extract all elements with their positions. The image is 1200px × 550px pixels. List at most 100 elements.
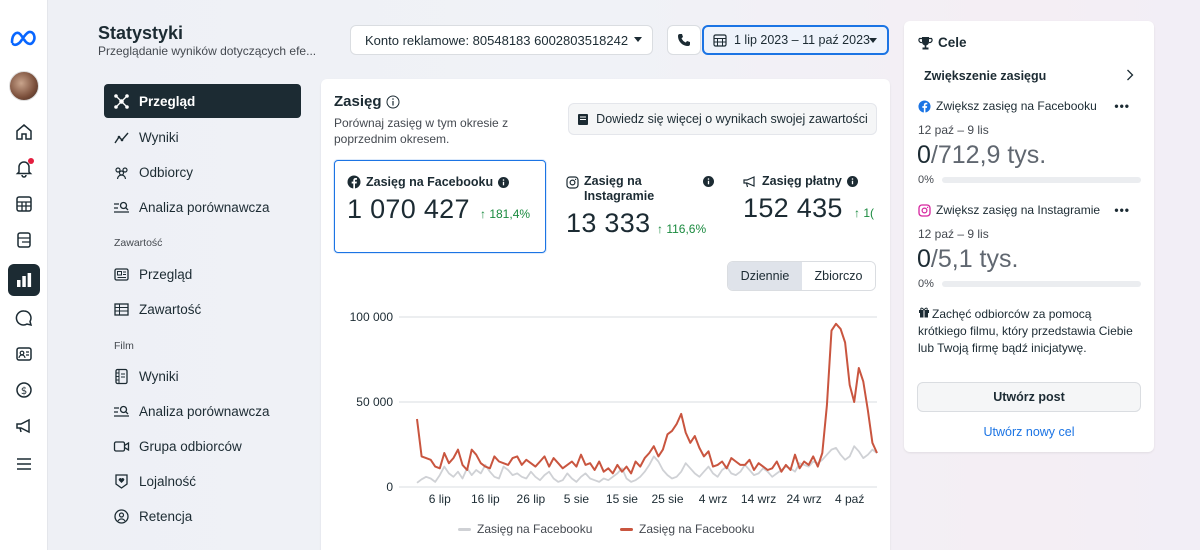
series-line-red bbox=[416, 322, 878, 475]
overview-icon bbox=[112, 92, 130, 110]
metric-value: 1 070 427 bbox=[347, 194, 470, 224]
nav-retention[interactable]: Retencja bbox=[104, 499, 301, 533]
goal-instagram-title: Zwiększ zasięg na Instagramie bbox=[918, 203, 1100, 217]
goal-tip-text: Zachęć odbiorców za pomocą krótkiego fil… bbox=[918, 307, 1133, 355]
ad-account-label: Konto reklamowe: 80548183 6002803518242 bbox=[365, 32, 629, 48]
meta-logo-icon[interactable] bbox=[8, 22, 40, 54]
megaphone-icon bbox=[743, 176, 755, 188]
nav-label: Wyniki bbox=[139, 129, 179, 145]
nav-content-overview[interactable]: Przegląd bbox=[104, 257, 301, 291]
reach-line-chart: 100 000 50 000 0 6 lip 16 lip 26 lip 5 sie 15 s… bbox=[350, 310, 878, 506]
nav-results[interactable]: Wyniki bbox=[104, 120, 301, 154]
nav-benchmark[interactable]: Analiza porównawcza bbox=[104, 190, 301, 224]
metric-facebook-reach[interactable]: Zasięg na Facebooku 1 070 427 ↑ 181,4% bbox=[334, 160, 546, 253]
goal-current: 0 bbox=[917, 245, 931, 273]
loyalty-icon bbox=[112, 472, 130, 490]
content-overview-icon bbox=[112, 265, 130, 283]
ads-icon[interactable] bbox=[8, 410, 40, 442]
notifications-icon[interactable] bbox=[8, 152, 40, 184]
goal-percent: 0% bbox=[918, 174, 934, 186]
nav-label: Grupa odbiorców bbox=[139, 438, 242, 454]
facebook-icon bbox=[918, 99, 931, 113]
create-goal-link[interactable]: Utwórz nowy cel bbox=[904, 425, 1154, 439]
chevron-right-icon[interactable] bbox=[1126, 69, 1134, 81]
legend-swatch bbox=[620, 527, 633, 531]
create-post-button[interactable]: Utwórz post bbox=[917, 382, 1141, 412]
nav-label: Analiza porównawcza bbox=[139, 199, 270, 215]
legend-swatch bbox=[458, 527, 471, 531]
nav-label: Zawartość bbox=[139, 301, 202, 317]
reach-card: Zasięg Porównaj zasięg w tym okresie z p… bbox=[321, 79, 890, 550]
metric-label: Zasięg płatny bbox=[743, 174, 858, 189]
reach-description: Porównaj zasięg w tym okresie z poprzedn… bbox=[334, 116, 509, 146]
goal-title-text: Zwiększ zasięg na Facebooku bbox=[936, 99, 1097, 113]
nav-video-audience[interactable]: Grupa odbiorców bbox=[104, 429, 301, 463]
monetization-icon[interactable]: $ bbox=[8, 374, 40, 406]
x-tick-label: 16 lip bbox=[471, 492, 500, 506]
metric-delta: ↑ 181,4% bbox=[480, 207, 531, 221]
menu-icon[interactable] bbox=[8, 448, 40, 480]
x-tick-label: 25 sie bbox=[651, 492, 683, 506]
x-tick-label: 4 paź bbox=[835, 492, 864, 506]
facebook-icon bbox=[347, 175, 361, 189]
info-icon[interactable] bbox=[846, 176, 858, 187]
goal-progress-bar bbox=[942, 177, 1141, 183]
metric-label: Zasięg na Instagramie bbox=[566, 174, 716, 204]
contacts-icon[interactable] bbox=[8, 338, 40, 370]
metric-paid-reach[interactable]: Zasięg płatny 152 435 ↑ 1( bbox=[731, 160, 877, 253]
content-section-label: Zawartość bbox=[114, 237, 163, 249]
more-options-icon[interactable]: ••• bbox=[1114, 203, 1130, 217]
metric-delta: ↑ 116,6% bbox=[657, 222, 707, 236]
x-tick-label: 15 sie bbox=[606, 492, 638, 506]
metric-instagram-reach[interactable]: Zasięg na Instagramie 13 333 ↑ 116,6% bbox=[554, 160, 722, 253]
inbox-icon[interactable] bbox=[8, 302, 40, 334]
ad-account-selector[interactable]: Konto reklamowe: 80548183 6002803518242 bbox=[350, 25, 653, 55]
goal-target: /5,1 tys. bbox=[930, 245, 1019, 273]
goals-section-title[interactable]: Zwiększenie zasięgu bbox=[924, 69, 1046, 83]
x-tick-label: 26 lip bbox=[517, 492, 546, 506]
info-icon[interactable] bbox=[386, 95, 400, 109]
x-tick-label: 6 lip bbox=[429, 492, 451, 506]
more-options-icon[interactable]: ••• bbox=[1114, 99, 1130, 113]
toggle-daily[interactable]: Dziennie bbox=[728, 262, 802, 290]
nav-label: Lojalność bbox=[139, 473, 197, 489]
toggle-cumulative[interactable]: Zbiorczo bbox=[802, 262, 875, 290]
date-range-picker[interactable]: 1 lip 2023 – 11 paź 2023 bbox=[702, 25, 889, 55]
avatar[interactable] bbox=[8, 70, 40, 102]
metric-label: Zasięg na Facebooku bbox=[347, 175, 510, 190]
nav-loyalty[interactable]: Lojalność bbox=[104, 464, 301, 498]
trophy-icon bbox=[918, 36, 933, 49]
info-icon[interactable] bbox=[498, 177, 510, 188]
nav-overview[interactable]: Przegląd bbox=[104, 84, 301, 118]
nav-content[interactable]: Zawartość bbox=[104, 292, 301, 326]
grid-icon[interactable] bbox=[8, 188, 40, 220]
left-rail: $ bbox=[0, 0, 48, 550]
metric-delta: ↑ 1( bbox=[854, 206, 875, 220]
y-tick-label: 0 bbox=[386, 480, 393, 494]
goal-dates: 12 paź – 9 lis bbox=[918, 123, 989, 137]
x-tick-label: 5 sie bbox=[564, 492, 590, 506]
goal-facebook-title: Zwiększ zasięg na Facebooku bbox=[918, 99, 1097, 113]
audience-icon bbox=[112, 163, 130, 181]
phone-button[interactable] bbox=[667, 25, 701, 55]
x-tick-label: 4 wrz bbox=[699, 492, 728, 506]
metric-label-text: Zasięg na Instagramie bbox=[584, 174, 655, 203]
learn-more-button[interactable]: Dowiedz się więcej o wynikach swojej zaw… bbox=[568, 103, 877, 135]
nav-film-results[interactable]: Wyniki bbox=[104, 359, 301, 393]
reach-title-text: Zasięg bbox=[334, 93, 382, 110]
home-icon[interactable] bbox=[8, 116, 40, 148]
info-icon[interactable] bbox=[703, 176, 714, 187]
nav-audience[interactable]: Odbiorcy bbox=[104, 155, 301, 189]
goal-progress-value: 0/5,1 tys. bbox=[917, 245, 1018, 274]
results-icon bbox=[112, 128, 130, 146]
nav-label: Wyniki bbox=[139, 368, 179, 384]
nav-label: Przegląd bbox=[139, 266, 193, 282]
goals-title: Cele bbox=[938, 35, 967, 50]
gift-icon bbox=[919, 307, 929, 318]
phone-icon bbox=[678, 34, 690, 46]
pages-icon[interactable] bbox=[8, 224, 40, 256]
goal-tip: Zachęć odbiorców za pomocą krótkiego fil… bbox=[918, 306, 1140, 357]
x-tick-label: 24 wrz bbox=[786, 492, 821, 506]
nav-film-benchmark[interactable]: Analiza porównawcza bbox=[104, 394, 301, 428]
insights-icon[interactable] bbox=[8, 264, 40, 296]
